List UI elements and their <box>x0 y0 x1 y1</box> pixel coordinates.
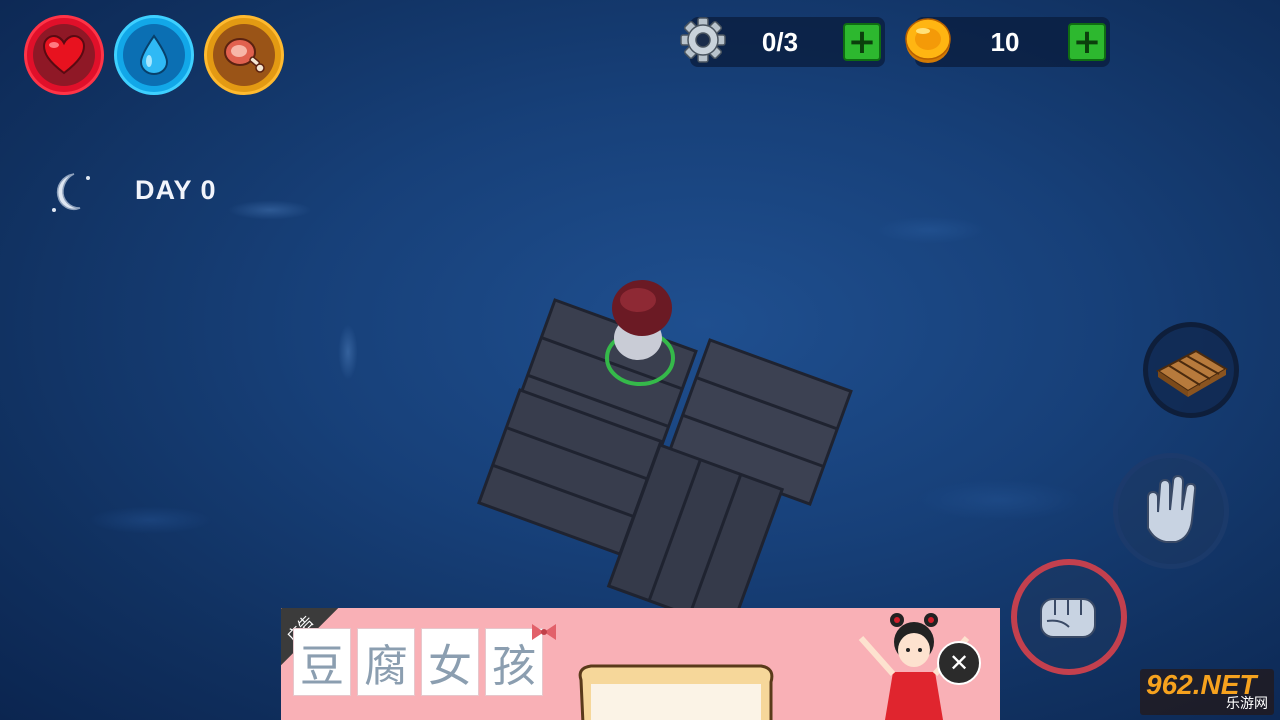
plus-icon: + <box>847 22 877 62</box>
ad-close-button[interactable]: ✕ <box>937 641 981 685</box>
open-hand-icon <box>1147 474 1197 543</box>
water-drop-icon <box>139 34 169 76</box>
scrap-count: 0/3 <box>761 27 799 57</box>
coin-count: 10 <box>990 27 1020 57</box>
moon-icon <box>52 173 90 212</box>
raft <box>477 280 853 630</box>
heart-icon <box>42 35 86 75</box>
hunger-meter <box>204 15 284 95</box>
add-scrap-button[interactable]: + <box>843 23 881 61</box>
close-icon: ✕ <box>948 649 970 677</box>
add-coins-button[interactable]: + <box>1068 23 1106 61</box>
site-watermark: 962.NET 乐游网 <box>1140 669 1274 715</box>
meat-icon <box>224 38 265 73</box>
ad-title-char: 女 <box>421 628 479 696</box>
bow-icon <box>532 624 556 640</box>
thirst-meter <box>114 15 194 95</box>
coin-icon <box>905 18 951 63</box>
ad-banner[interactable]: 广告 豆 腐 女 孩 <box>281 608 1000 720</box>
scrap-counter: 0/3 + <box>680 17 885 67</box>
gear-icon <box>680 17 726 63</box>
grab-button[interactable] <box>1113 453 1229 569</box>
ad-title-char: 豆 <box>293 628 351 696</box>
wood-plank-icon <box>1156 349 1228 397</box>
coin-counter: 10 + <box>905 17 1110 67</box>
build-button[interactable] <box>1143 322 1239 418</box>
plus-icon: + <box>1072 22 1102 62</box>
attack-button[interactable] <box>1011 559 1127 675</box>
ad-title-char: 腐 <box>357 628 415 696</box>
watermark-site-name: 乐游网 <box>1226 696 1268 712</box>
day-counter: DAY 0 <box>135 175 217 205</box>
health-meter <box>24 15 104 95</box>
tofu-illustration <box>578 664 774 720</box>
fist-icon <box>1040 598 1096 638</box>
